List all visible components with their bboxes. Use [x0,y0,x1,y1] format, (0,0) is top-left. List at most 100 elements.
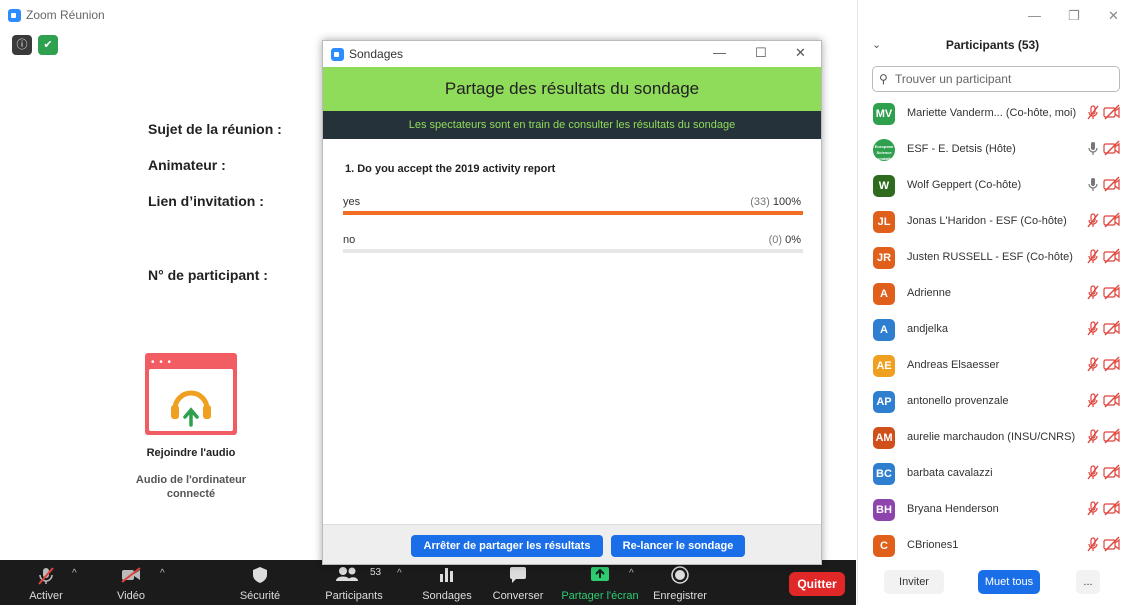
quit-meeting-button[interactable]: Quitter [789,572,845,596]
encryption-shield-icon[interactable]: ✔ [38,35,58,55]
participant-row[interactable]: AE Andreas Elsaesser [872,352,1124,380]
participant-row[interactable]: BC barbata cavalazzi [872,460,1124,488]
microphone-icon[interactable] [1086,141,1100,160]
polls-dialog: Sondages — ☐ ✕ Partage des résultats du … [322,40,822,565]
microphone-muted-icon[interactable] [1086,465,1100,484]
poll-results-header: Partage des résultats du sondage [323,67,821,111]
meeting-info-icon[interactable]: ⓘ [12,35,32,55]
participant-row[interactable]: Aandjelka [872,316,1124,344]
participant-row[interactable]: AM aurelie marchaudon (INSU/CNRS) [872,424,1124,452]
microphone-muted-icon[interactable] [1086,429,1100,448]
dialog-footer: Arrêter de partager les résultats Re-lan… [323,524,821,564]
participant-name: Mariette Vanderm... (Co-hôte, moi) [907,107,1077,119]
participant-name: Jonas L'Haridon - ESF (Co-hôte) [907,215,1067,227]
mute-all-button[interactable]: Muet tous [978,570,1040,594]
microphone-muted-icon[interactable] [1086,105,1100,124]
invite-link-label: Lien d’invitation : [148,193,264,209]
camera-off-icon[interactable] [1103,248,1121,267]
video-button[interactable]: Vidéo [105,560,157,605]
participants-button[interactable]: 53 Participants [318,560,390,605]
participant-name: Justen RUSSELL - ESF (Co-hôte) [907,251,1073,263]
record-button[interactable]: Enregistrer [650,560,710,605]
participants-options-caret-icon[interactable]: ^ [397,568,402,579]
security-button[interactable]: Sécurité [234,560,286,605]
participants-icon [335,566,359,585]
camera-off-icon[interactable] [1103,140,1121,159]
camera-off-icon[interactable] [1103,320,1121,339]
microphone-icon[interactable] [1086,177,1100,196]
participant-row[interactable]: AP antonello provenzale [872,388,1124,416]
camera-off-icon[interactable] [1103,500,1121,519]
close-icon[interactable]: ✕ [1108,8,1119,24]
join-audio-button[interactable]: • • • [145,353,237,435]
camera-off-icon[interactable] [1103,284,1121,303]
participant-name: Adrienne [907,287,952,299]
participants-title: Participants (53) [945,38,1040,52]
panel-footer: Inviter Muet tous ... [858,570,1126,598]
share-options-caret-icon[interactable]: ^ [629,568,634,579]
meeting-topic-label: Sujet de la réunion : [148,121,282,137]
participant-row[interactable]: C CBriones1 [872,532,1124,560]
zoom-logo-icon [8,9,21,22]
participant-row[interactable]: European Science Foundation ESF - E. Dets… [872,136,1124,164]
participant-name: aurelie marchaudon (INSU/CNRS) [907,431,1076,443]
avatar: European Science Foundation [873,139,895,161]
window-dots-icon: • • • [151,357,173,368]
avatar: AP [873,391,895,413]
more-options-button[interactable]: ... [1076,570,1100,594]
minimize-icon[interactable]: — [713,45,726,60]
microphone-muted-icon[interactable] [1086,249,1100,268]
unmute-button[interactable]: Activer [20,560,72,605]
participant-search-input[interactable]: ⚲ Trouver un participant [872,66,1120,92]
participant-row[interactable]: MV Mariette Vanderm... (Co-hôte, moi) [872,100,1124,128]
camera-off-icon[interactable] [1103,392,1121,411]
camera-off-icon[interactable] [1103,464,1121,483]
participant-row[interactable]: JL Jonas L'Haridon - ESF (Co-hôte) [872,208,1124,236]
microphone-muted-icon[interactable] [1086,501,1100,520]
avatar: A [873,319,895,341]
participant-row[interactable]: JR Justen RUSSELL - ESF (Co-hôte) [872,244,1124,272]
join-audio-label[interactable]: Rejoindre l'audio [130,447,252,459]
answer-label: no [343,234,356,246]
camera-off-icon[interactable] [1103,536,1121,555]
microphone-muted-icon[interactable] [1086,537,1100,556]
meeting-toolbar: Activer ^ Vidéo ^ Sécurité 53 Participan… [0,560,856,605]
host-label: Animateur : [148,157,226,173]
restore-icon[interactable]: ❐ [1068,8,1080,24]
participant-row[interactable]: W Wolf Geppert (Co-hôte) [872,172,1124,200]
participant-name: Wolf Geppert (Co-hôte) [907,179,1022,191]
invite-button[interactable]: Inviter [884,570,944,594]
close-icon[interactable]: ✕ [795,45,806,61]
stop-sharing-results-button[interactable]: Arrêter de partager les résultats [411,535,603,557]
microphone-muted-icon[interactable] [1086,321,1100,340]
shield-icon [251,566,269,587]
share-screen-button[interactable]: Partager l'écran [558,560,642,605]
participant-name: Andreas Elsaesser [907,359,1000,371]
avatar: JR [873,247,895,269]
video-options-caret-icon[interactable]: ^ [160,568,165,579]
avatar: BC [873,463,895,485]
participants-panel: — ❐ ✕ ⌄ Participants (53) ⚲ Trouver un p… [857,0,1126,605]
record-icon [671,566,689,587]
minimize-icon[interactable]: — [1028,8,1041,23]
camera-off-icon[interactable] [1103,212,1121,231]
avatar: C [873,535,895,557]
poll-bars-icon [438,566,456,585]
camera-off-icon[interactable] [1103,176,1121,195]
polls-button[interactable]: Sondages [420,560,474,605]
participant-row[interactable]: BH Bryana Henderson [872,496,1124,524]
audio-options-caret-icon[interactable]: ^ [72,568,77,579]
microphone-muted-icon[interactable] [1086,285,1100,304]
microphone-muted-icon[interactable] [1086,357,1100,376]
camera-off-icon[interactable] [1103,428,1121,447]
camera-off-icon[interactable] [1103,356,1121,375]
camera-off-icon[interactable] [1103,104,1121,123]
search-placeholder: Trouver un participant [895,72,1012,86]
microphone-muted-icon[interactable] [1086,213,1100,232]
maximize-icon[interactable]: ☐ [755,45,767,61]
dialog-title: Sondages [349,47,404,61]
relaunch-poll-button[interactable]: Re-lancer le sondage [611,535,745,557]
microphone-muted-icon[interactable] [1086,393,1100,412]
participant-row[interactable]: A Adrienne [872,280,1124,308]
chat-button[interactable]: Converser [490,560,546,605]
